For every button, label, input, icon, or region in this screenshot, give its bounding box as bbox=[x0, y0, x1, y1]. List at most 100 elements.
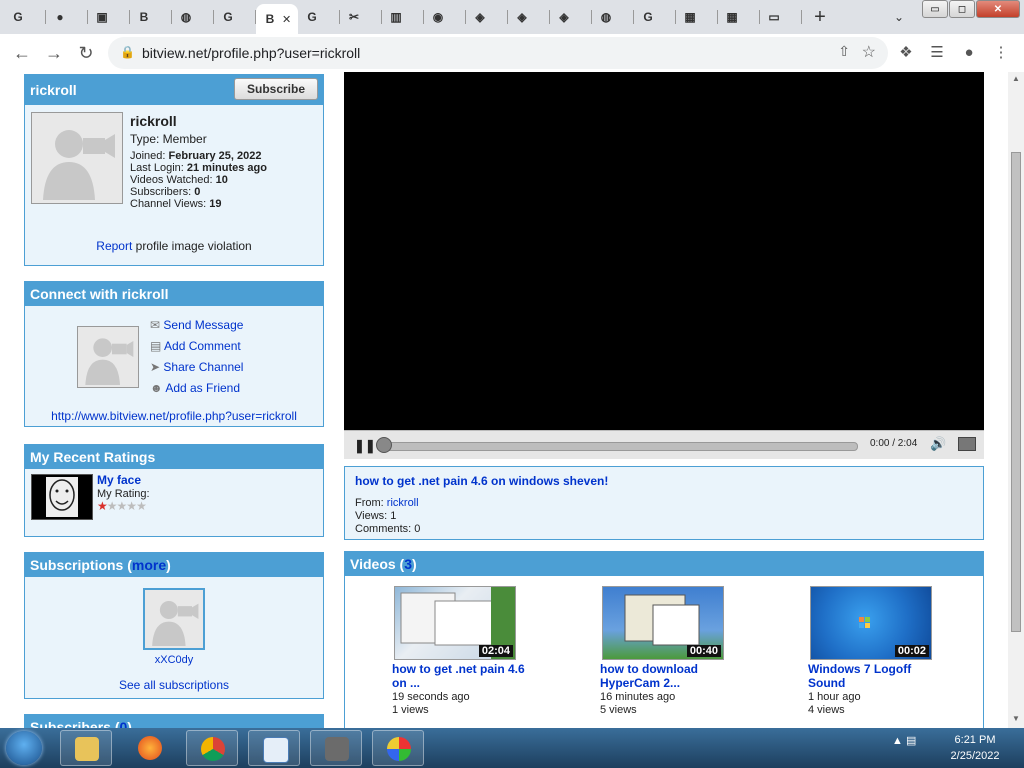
video-item-title[interactable]: Windows 7 Logoff Sound bbox=[808, 662, 948, 690]
video-thumbnail[interactable]: 00:02 bbox=[810, 586, 932, 660]
subscribe-button[interactable]: Subscribe bbox=[234, 78, 318, 100]
subscription-username[interactable]: xXC0dy bbox=[25, 654, 323, 666]
taskbar-chrome[interactable] bbox=[186, 730, 238, 766]
send-message-action[interactable]: ✉ Send Message bbox=[150, 318, 243, 332]
send-message-link[interactable]: Send Message bbox=[163, 318, 243, 332]
channel-url-link[interactable]: http://www.bitview.net/profile.php?user=… bbox=[51, 409, 297, 423]
browser-tab[interactable]: ◍ bbox=[592, 4, 634, 30]
video-thumbnail[interactable]: 02:04 bbox=[394, 586, 516, 660]
see-all-subscriptions-link[interactable]: See all subscriptions bbox=[119, 678, 229, 692]
scroll-down-icon[interactable]: ▼ bbox=[1011, 714, 1021, 724]
new-tab-button[interactable]: + bbox=[808, 6, 832, 28]
subscribers-header-text: Subscribers ( bbox=[30, 719, 120, 728]
start-button-icon[interactable] bbox=[6, 731, 42, 765]
add-comment-action[interactable]: ▤ Add Comment bbox=[150, 339, 241, 353]
browser-tab[interactable]: B bbox=[130, 4, 172, 30]
page-scrollbar[interactable]: ▲ ▼ bbox=[1008, 72, 1024, 728]
video-item-link[interactable]: how to get .net pain 4.6 on ... bbox=[392, 662, 525, 690]
browser-tab[interactable]: ◍ bbox=[172, 4, 214, 30]
tray-arrow-icon[interactable]: ▲ bbox=[892, 735, 903, 747]
browser-tab[interactable]: B ✕ bbox=[256, 4, 298, 34]
taskbar-paint[interactable] bbox=[372, 730, 424, 766]
browser-tab[interactable]: ▣ bbox=[88, 4, 130, 30]
rating-thumbnail[interactable] bbox=[31, 474, 93, 520]
browser-tab[interactable]: G bbox=[298, 4, 340, 30]
more-subscriptions-link[interactable]: more bbox=[132, 557, 166, 573]
video-item-views: 4 views bbox=[808, 704, 845, 716]
rated-video-title[interactable]: My face bbox=[97, 473, 141, 487]
share-icon[interactable]: ⇧ bbox=[838, 43, 850, 60]
add-comment-link[interactable]: Add Comment bbox=[164, 339, 241, 353]
browser-tab[interactable]: ◈ bbox=[466, 4, 508, 30]
pause-icon[interactable]: ❚❚ bbox=[354, 438, 376, 454]
webcam-tab-icon: ◈ bbox=[475, 10, 485, 24]
folder-tab-icon: ▣ bbox=[96, 10, 108, 24]
google-icon: G bbox=[643, 10, 653, 24]
taskbar-clock[interactable]: 6:21 PM 2/25/2022 bbox=[940, 732, 1010, 764]
add-friend-link[interactable]: Add as Friend bbox=[165, 381, 240, 395]
rated-video-link[interactable]: My face bbox=[97, 473, 141, 487]
channel-views-label: Channel Views: bbox=[130, 198, 207, 210]
share-channel-link[interactable]: Share Channel bbox=[163, 360, 243, 374]
report-text: profile image violation bbox=[135, 239, 252, 253]
add-friend-action[interactable]: ☻ Add as Friend bbox=[150, 381, 240, 395]
report-link[interactable]: Report bbox=[96, 239, 132, 253]
videos-count-link[interactable]: 3 bbox=[404, 556, 412, 572]
scroll-up-icon[interactable]: ▲ bbox=[1011, 74, 1021, 84]
scrollbar-thumb[interactable] bbox=[1011, 152, 1021, 632]
extensions-puzzle-icon[interactable]: ❖ bbox=[895, 42, 917, 64]
url-text[interactable]: bitview.net/profile.php?user=rickroll bbox=[142, 45, 360, 61]
seek-bar[interactable] bbox=[380, 442, 858, 451]
subscription-user-link[interactable]: xXC0dy bbox=[155, 654, 194, 666]
bookmark-star-icon[interactable]: ☆ bbox=[862, 42, 876, 62]
browser-tab[interactable]: ◈ bbox=[550, 4, 592, 30]
video-thumbnail[interactable]: 00:40 bbox=[602, 586, 724, 660]
video-item-title[interactable]: how to download HyperCam 2... bbox=[600, 662, 740, 690]
browser-tab[interactable]: ✂ bbox=[340, 4, 382, 30]
close-window-button[interactable]: ✕ bbox=[976, 0, 1020, 18]
channel-views-row: Channel Views: 19 bbox=[130, 198, 222, 210]
reload-icon[interactable]: ↻ bbox=[74, 41, 98, 65]
taskbar-firefox[interactable] bbox=[124, 730, 176, 766]
taskbar-file-explorer[interactable] bbox=[60, 730, 112, 766]
browser-tab[interactable]: ▦ bbox=[676, 4, 718, 30]
video-item-title[interactable]: how to get .net pain 4.6 on ... bbox=[392, 662, 532, 690]
tab-search-button[interactable]: ⌄ bbox=[888, 6, 910, 28]
volume-icon[interactable]: 🔊 bbox=[930, 436, 946, 452]
share-arrow-icon: ➤ bbox=[150, 360, 161, 374]
taskbar-wordpad[interactable] bbox=[248, 730, 300, 766]
subscribers-label: Subscribers: bbox=[130, 186, 192, 198]
microsoft-tab-icon: ▦ bbox=[726, 10, 738, 24]
browser-tab[interactable]: ◉ bbox=[424, 4, 466, 30]
profile-avatar-icon[interactable]: ● bbox=[958, 42, 980, 64]
browser-tab[interactable]: ▦ bbox=[718, 4, 760, 30]
browser-tab[interactable]: ▥ bbox=[382, 4, 424, 30]
browser-tab[interactable]: ● bbox=[46, 4, 88, 30]
subscription-avatar[interactable] bbox=[143, 588, 205, 650]
video-player[interactable] bbox=[344, 72, 984, 458]
share-channel-action[interactable]: ➤ Share Channel bbox=[150, 360, 243, 374]
fullscreen-icon[interactable] bbox=[958, 437, 976, 451]
maximize-button[interactable]: ◻ bbox=[949, 0, 975, 18]
browser-tab[interactable]: G bbox=[634, 4, 676, 30]
video-item-link[interactable]: how to download HyperCam 2... bbox=[600, 662, 698, 690]
menu-kebab-icon[interactable]: ⋮ bbox=[990, 42, 1012, 64]
browser-tab[interactable]: G bbox=[4, 4, 46, 30]
video-from-link[interactable]: rickroll bbox=[387, 497, 419, 509]
minimize-button[interactable]: ▭ bbox=[922, 0, 948, 18]
envelope-icon: ✉ bbox=[150, 318, 161, 332]
browser-tab[interactable]: ◈ bbox=[508, 4, 550, 30]
back-arrow-icon[interactable]: ← bbox=[10, 41, 34, 65]
close-tab-icon[interactable]: ✕ bbox=[282, 13, 291, 26]
subscriptions-panel: Subscriptions (more) xXC0dy See all subs… bbox=[24, 552, 324, 699]
address-bar[interactable]: 🔒 bitview.net/profile.php?user=rickroll … bbox=[108, 37, 888, 69]
browser-tab[interactable]: G bbox=[214, 4, 256, 30]
video-title: how to get .net pain 4.6 on windows shev… bbox=[355, 474, 609, 488]
media-queue-icon[interactable]: ☰ bbox=[926, 42, 948, 64]
seek-knob[interactable] bbox=[376, 437, 392, 453]
network-icon[interactable]: ▤ bbox=[906, 735, 916, 747]
forward-arrow-icon[interactable]: → bbox=[42, 41, 66, 65]
taskbar-hypercam[interactable] bbox=[310, 730, 362, 766]
browser-tab[interactable]: ▭ bbox=[760, 4, 802, 30]
video-item-link[interactable]: Windows 7 Logoff Sound bbox=[808, 662, 911, 690]
